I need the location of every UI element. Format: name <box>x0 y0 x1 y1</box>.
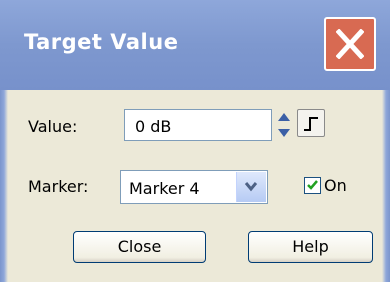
step-size-button[interactable] <box>297 109 325 137</box>
window-border-left <box>0 90 8 282</box>
close-icon <box>336 29 364 59</box>
value-spinner[interactable] <box>275 109 293 141</box>
step-icon <box>304 117 318 131</box>
spin-arrows-icon <box>278 113 290 137</box>
on-label[interactable]: On <box>324 176 347 195</box>
dropdown-button[interactable] <box>236 172 266 202</box>
marker-label: Marker: <box>28 177 89 196</box>
target-value-dialog: Target Value Value: 0 dB Marker: Marker … <box>0 0 390 282</box>
help-button[interactable]: Help <box>248 231 373 263</box>
window-border-right <box>382 90 390 282</box>
marker-selected-value: Marker 4 <box>129 179 200 198</box>
window-close-button[interactable] <box>324 17 376 71</box>
value-input[interactable]: 0 dB <box>124 109 272 141</box>
value-label: Value: <box>28 117 78 136</box>
chevron-down-icon <box>244 182 258 192</box>
checkmark-icon <box>307 180 318 190</box>
marker-dropdown[interactable]: Marker 4 <box>120 170 268 204</box>
window-title: Target Value <box>24 30 179 54</box>
dialog-body: Value: 0 dB Marker: Marker 4 On Close He… <box>0 90 390 282</box>
close-button[interactable]: Close <box>73 231 206 263</box>
title-bar[interactable]: Target Value <box>0 0 390 90</box>
on-checkbox[interactable] <box>304 177 321 194</box>
